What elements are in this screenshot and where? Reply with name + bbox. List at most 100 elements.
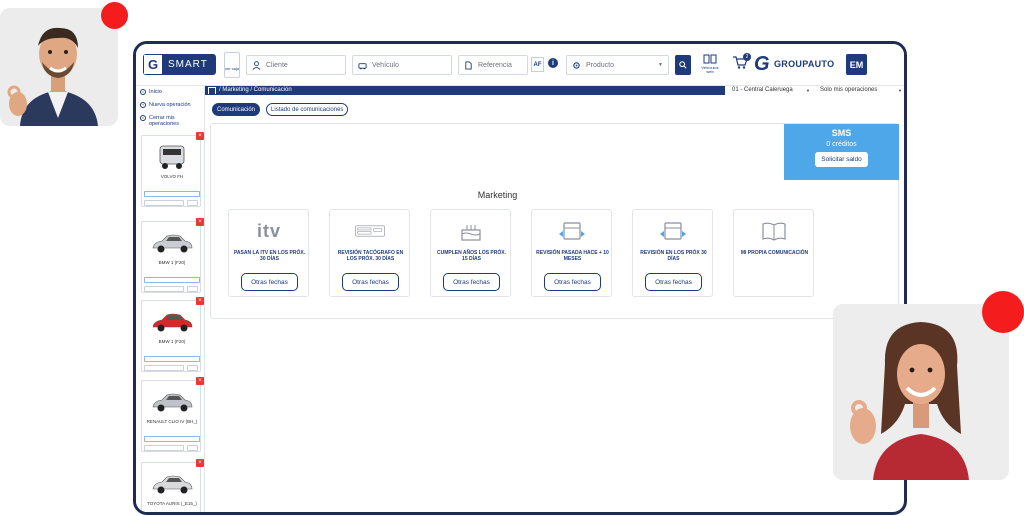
card-revision-pasada[interactable]: REVISIÓN PASADA HACE + 10 MESES Otras fe…: [531, 209, 612, 297]
groupauto-logo: G GROUPAUTO: [754, 53, 834, 75]
home-icon: ⌂: [140, 89, 146, 95]
otras-fechas-button[interactable]: Otras fechas: [241, 273, 298, 291]
card-revision-proxima[interactable]: REVISIÓN EN LOS PRÓX 30 DÍAS Otras fecha…: [632, 209, 713, 297]
referencia-placeholder: Referencia: [478, 61, 512, 69]
cake-icon: [456, 220, 486, 242]
sidebar: ⌂ Inicio + Nueva operación × Cerrar mis …: [136, 86, 205, 512]
vehicle-name: TOYOTA AURIS (_E15_): [147, 501, 197, 506]
vehiculo-search-field[interactable]: Vehículo: [352, 55, 452, 75]
close-icon[interactable]: ×: [196, 218, 204, 226]
card-tacografo[interactable]: REVISIÓN TACÓGRAFO EN LOS PRÓX. 30 DÍAS …: [329, 209, 410, 297]
card-label: PASAN LA ITV EN LOS PRÓX. 30 DÍAS: [233, 250, 306, 262]
vehicle-input[interactable]: [144, 356, 200, 362]
vehicle-name: VOLVO FH: [160, 174, 184, 179]
sidebar-item-cerrar-operaciones[interactable]: × Cerrar mis operaciones: [140, 115, 200, 127]
man-photo: [0, 8, 118, 126]
top-bar: G SMART ver caja Cliente Vehículo Refere…: [136, 44, 904, 86]
red-dot-bottom: [982, 291, 1024, 333]
otras-fechas-button[interactable]: Otras fechas: [342, 273, 399, 291]
document-icon: [465, 60, 472, 70]
logo-text: SMART: [168, 59, 208, 70]
center-select[interactable]: 01 - Central Caleruega ▼: [732, 86, 812, 95]
itv-icon: itv: [254, 220, 284, 242]
cliente-search-field[interactable]: Cliente: [246, 55, 346, 75]
user-icon: [252, 60, 261, 70]
g-logo-icon: G: [143, 54, 163, 75]
sidebar-item-label: Nueva operación: [149, 102, 191, 108]
ver-caja-button[interactable]: ver caja: [224, 52, 240, 78]
car-icon: [152, 393, 193, 412]
sms-credits: 0 créditos: [826, 141, 857, 148]
calendar-icon[interactable]: [187, 286, 198, 292]
vehiculo-placeholder: Vehículo: [372, 61, 399, 69]
vehicle-card[interactable]: × RENAULT CLIO IV (BH_): [141, 377, 204, 452]
close-icon[interactable]: ×: [196, 297, 204, 305]
sidebar-item-inicio[interactable]: ⌂ Inicio: [140, 89, 162, 95]
vehicle-input[interactable]: [144, 436, 200, 442]
close-circle-icon: ×: [140, 115, 146, 121]
car-icon: [152, 313, 193, 332]
vehicle-input[interactable]: [144, 277, 200, 283]
close-icon[interactable]: ×: [196, 132, 204, 140]
close-icon[interactable]: ×: [196, 459, 204, 467]
calendar-icon[interactable]: [187, 445, 198, 451]
vehicle-card[interactable]: × VOLVO FH: [141, 132, 204, 207]
sidebar-item-label: Cerrar mis operaciones: [149, 115, 179, 127]
vehicle-date-input[interactable]: [144, 365, 184, 371]
otras-fechas-button[interactable]: Otras fechas: [443, 273, 500, 291]
cart-button[interactable]: 2: [732, 53, 751, 73]
user-avatar[interactable]: EM: [846, 54, 867, 75]
card-label: CUMPLEN AÑOS LOS PRÓX. 15 DÍAS: [437, 250, 506, 262]
vehicle-date-input[interactable]: [144, 286, 184, 292]
groupauto-text: GROUPAUTO: [774, 59, 835, 69]
book-icon: [759, 220, 789, 242]
app-window: G SMART ver caja Cliente Vehículo Refere…: [133, 41, 907, 515]
tab-bar: Comunicación Listado de comunicaciones: [212, 103, 349, 116]
vehicle-card[interactable]: × TOYOTA AURIS (_E15_): [141, 459, 204, 512]
af-button[interactable]: AF: [531, 57, 544, 72]
referencia-search-field[interactable]: Referencia: [458, 55, 528, 75]
vehiculos-web-button[interactable]: Vehículos web: [698, 54, 722, 78]
tab-comunicacion[interactable]: Comunicación: [212, 103, 261, 116]
sidebar-item-label: Inicio: [149, 89, 162, 95]
calendar-icon[interactable]: [187, 365, 198, 371]
vehiculos-web-label: Vehículos web: [701, 65, 719, 74]
vehicle-date-input[interactable]: [144, 445, 184, 451]
producto-select[interactable]: Producto ▼: [566, 55, 669, 75]
solicitar-saldo-button[interactable]: Solicitar saldo: [815, 152, 868, 167]
otras-fechas-button[interactable]: Otras fechas: [645, 273, 702, 291]
filter-select[interactable]: Solo mis operaciones ▼: [820, 86, 904, 95]
tab-listado-comunicaciones[interactable]: Listado de comunicaciones: [266, 103, 349, 116]
vehicle-date-input[interactable]: [144, 200, 184, 206]
stage: G SMART ver caja Cliente Vehículo Refere…: [0, 0, 1024, 516]
marketing-title: Marketing: [477, 190, 518, 200]
sidebar-item-nueva-operacion[interactable]: + Nueva operación: [140, 102, 191, 108]
card-cumpleanos[interactable]: CUMPLEN AÑOS LOS PRÓX. 15 DÍAS Otras fec…: [430, 209, 511, 297]
otras-fechas-button[interactable]: Otras fechas: [544, 273, 601, 291]
vehicle-name: RENAULT CLIO IV (BH_): [146, 419, 198, 424]
card-itv[interactable]: itv PASAN LA ITV EN LOS PRÓX. 30 DÍAS Ot…: [228, 209, 309, 297]
cart-count-badge: 2: [743, 53, 751, 61]
close-icon[interactable]: ×: [196, 377, 204, 385]
truck-icon: [159, 145, 185, 169]
gear-icon: [573, 61, 580, 69]
groupauto-g-icon: G: [754, 53, 770, 75]
calendar-icon[interactable]: [187, 200, 198, 206]
calendar-back-icon: [557, 220, 587, 242]
car-icon: [152, 234, 193, 253]
chevron-down-icon: ▼: [898, 88, 902, 93]
search-button[interactable]: [675, 55, 691, 75]
card-label: REVISIÓN TACÓGRAFO EN LOS PRÓX. 30 DÍAS: [337, 250, 404, 262]
filter-select-value: Solo mis operaciones: [820, 87, 878, 93]
card-label: REVISIÓN PASADA HACE + 10 MESES: [536, 250, 609, 262]
vehicle-card[interactable]: × BMW 1 (F20): [141, 218, 204, 293]
breadcrumb-home-icon[interactable]: [208, 87, 216, 94]
card-mi-propia-comunicacion[interactable]: MI PROPIA COMUNICACIÓN: [733, 209, 814, 297]
smart-logo[interactable]: G SMART: [143, 54, 216, 75]
vehicle-input[interactable]: [144, 191, 200, 197]
vehicle-card[interactable]: × BMW 1 (F20): [141, 297, 204, 372]
info-icon[interactable]: i: [548, 58, 558, 68]
marketing-panel: SMS 0 créditos Solicitar saldo Marketing…: [210, 123, 899, 319]
car-icon: [358, 62, 367, 69]
vehicle-name: BMW 1 (F20): [158, 260, 186, 265]
